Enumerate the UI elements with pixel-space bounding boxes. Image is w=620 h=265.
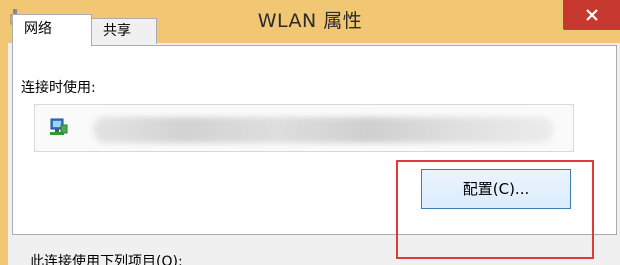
tab-network-label: 网络 — [24, 21, 52, 37]
tab-sharing-label: 共享 — [103, 23, 131, 39]
items-label: 此连接使用下列项目(O): — [30, 254, 183, 265]
network-adapter-icon — [49, 117, 69, 139]
tab-network[interactable]: 网络 — [12, 14, 92, 46]
tab-sharing[interactable]: 共享 — [91, 18, 157, 44]
connect-using-label: 连接时使用: — [21, 80, 96, 96]
configure-button[interactable]: 配置(C)... — [421, 169, 571, 209]
close-icon — [563, 0, 620, 30]
adapter-field — [34, 104, 574, 152]
close-button[interactable] — [563, 0, 620, 30]
adapter-name-blurred — [93, 117, 553, 143]
